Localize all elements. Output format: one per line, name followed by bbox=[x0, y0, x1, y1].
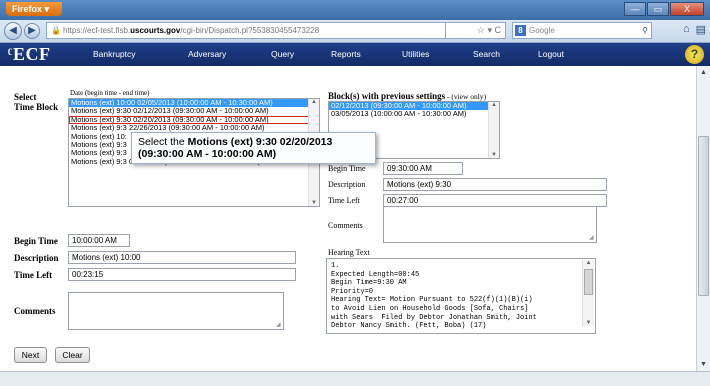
scroll-up-icon[interactable]: ▲ bbox=[697, 66, 710, 79]
time-left-field[interactable]: 00:23:15 bbox=[68, 268, 296, 281]
page-scroll-thumb[interactable] bbox=[698, 136, 709, 296]
hearing-text-label: Hearing Text bbox=[328, 248, 370, 257]
hearing-scrollbar[interactable]: ▲ ▼ bbox=[582, 260, 594, 326]
time-block-label: Time Block bbox=[14, 102, 59, 112]
begin-time-label: Begin Time bbox=[14, 236, 58, 246]
bookmark-star-icon[interactable]: ☆ bbox=[477, 25, 485, 35]
navigation-toolbar: ◀ ▶ 🔒 https://ecf-test.flsb.uscourts.gov… bbox=[0, 20, 710, 43]
toolbar-icons: ⌂ ▤ bbox=[683, 23, 706, 36]
browser-window: Firefox ▾ — ▭ X ◀ ▶ 🔒 https://ecf-test.f… bbox=[0, 0, 710, 386]
description-field[interactable]: Motions (ext) 10:00 bbox=[68, 251, 296, 264]
prev-time-left-label: Time Left bbox=[328, 196, 360, 205]
view-only-note: - (view only) bbox=[445, 92, 487, 101]
url-prefix: https://ecf-test.flsb. bbox=[63, 26, 131, 35]
prev-comments-textarea[interactable]: ◢ bbox=[383, 206, 597, 243]
page-menu-icon[interactable]: ▤ bbox=[696, 23, 706, 36]
scroll-down-icon[interactable]: ▼ bbox=[583, 320, 594, 326]
resize-grip-icon[interactable]: ◢ bbox=[589, 235, 595, 241]
url-bar[interactable]: 🔒 https://ecf-test.flsb.uscourts.gov/cgi… bbox=[46, 22, 446, 39]
forward-icon[interactable]: ▶ bbox=[24, 23, 40, 39]
scroll-down-icon[interactable]: ▼ bbox=[697, 358, 710, 371]
ecf-menu-bar: ʗECF Bankruptcy Adversary Query Reports … bbox=[0, 43, 710, 66]
tooltip-prefix: Select the bbox=[138, 136, 188, 148]
scroll-down-icon[interactable]: ▼ bbox=[309, 200, 319, 206]
help-icon[interactable]: ? bbox=[685, 45, 704, 64]
lock-icon: 🔒 bbox=[51, 26, 61, 35]
time-left-label: Time Left bbox=[14, 270, 53, 280]
instruction-tooltip: Select the Motions (ext) 9:30 02/20/2013… bbox=[131, 132, 376, 164]
menu-query[interactable]: Query bbox=[271, 43, 294, 66]
next-button[interactable]: Next bbox=[14, 347, 47, 363]
previous-settings-heading: Block(s) with previous settings - (view … bbox=[328, 91, 486, 101]
comments-textarea[interactable]: ◢ bbox=[68, 292, 284, 330]
back-icon[interactable]: ◀ bbox=[4, 22, 22, 40]
scroll-up-icon[interactable]: ▲ bbox=[583, 260, 594, 266]
date-hint: Date (begin time - end time) bbox=[70, 89, 150, 97]
select-label: Select bbox=[14, 92, 37, 102]
close-window-button[interactable]: X bbox=[670, 2, 704, 16]
description-label: Description bbox=[14, 253, 59, 263]
ecf-logo[interactable]: ʗECF bbox=[8, 45, 50, 64]
hearing-text-area[interactable]: 1. Expected Length=00:45 Begin Time=9:30… bbox=[326, 258, 596, 334]
prev-description-label: Description bbox=[328, 180, 366, 189]
scroll-up-icon[interactable]: ▲ bbox=[309, 99, 319, 105]
previous-block-option[interactable]: 03/05/2013 (10:00:00 AM - 10:30:00 AM) bbox=[329, 109, 499, 118]
google-icon[interactable]: 8 bbox=[515, 25, 526, 36]
search-placeholder: Google bbox=[529, 26, 555, 35]
search-box[interactable]: 8 Google ⚲ bbox=[512, 22, 652, 39]
comments-label: Comments bbox=[14, 306, 56, 316]
url-bar-actions: ☆ ▾ C bbox=[446, 22, 506, 39]
prev-begin-time-field[interactable]: 09:30:00 AM bbox=[383, 162, 463, 175]
page-scrollbar[interactable]: ▲ ▼ bbox=[696, 66, 710, 371]
search-icon[interactable]: ⚲ bbox=[642, 23, 648, 38]
previous-heading-text: Block(s) with previous settings bbox=[328, 91, 446, 101]
menu-bankruptcy[interactable]: Bankruptcy bbox=[93, 43, 136, 66]
ecf-logo-text: ECF bbox=[12, 44, 51, 64]
url-domain: uscourts.gov bbox=[130, 26, 181, 35]
maximize-button[interactable]: ▭ bbox=[647, 2, 669, 16]
firefox-menu-label: Firefox bbox=[12, 4, 43, 14]
scroll-thumb[interactable] bbox=[584, 269, 593, 295]
reload-icon[interactable]: C bbox=[495, 25, 502, 35]
resize-grip-icon[interactable]: ◢ bbox=[276, 322, 282, 328]
menu-logout[interactable]: Logout bbox=[538, 43, 564, 66]
menu-utilities[interactable]: Utilities bbox=[402, 43, 429, 66]
home-icon[interactable]: ⌂ bbox=[683, 23, 690, 36]
menu-reports[interactable]: Reports bbox=[331, 43, 361, 66]
menu-search[interactable]: Search bbox=[473, 43, 500, 66]
clear-button[interactable]: Clear bbox=[55, 347, 90, 363]
title-bar: Firefox ▾ — ▭ X bbox=[0, 0, 710, 20]
scroll-up-icon[interactable]: ▲ bbox=[489, 102, 499, 108]
previous-list-scrollbar[interactable]: ▲ ▼ bbox=[488, 102, 499, 158]
window-controls: — ▭ X bbox=[624, 2, 704, 16]
firefox-menu-button[interactable]: Firefox ▾ bbox=[6, 2, 62, 16]
minimize-button[interactable]: — bbox=[624, 2, 646, 16]
scroll-down-icon[interactable]: ▼ bbox=[489, 152, 499, 158]
menu-adversary[interactable]: Adversary bbox=[188, 43, 226, 66]
url-path: /cgi-bin/Dispatch.pl?553830455473228 bbox=[180, 26, 320, 35]
status-bar bbox=[0, 371, 710, 386]
prev-description-field[interactable]: Motions (ext) 9:30 bbox=[383, 178, 607, 191]
prev-begin-time-label: Begin Time bbox=[328, 164, 366, 173]
begin-time-field[interactable]: 10:00:00 AM bbox=[68, 234, 130, 247]
prev-comments-label: Comments bbox=[328, 221, 363, 230]
